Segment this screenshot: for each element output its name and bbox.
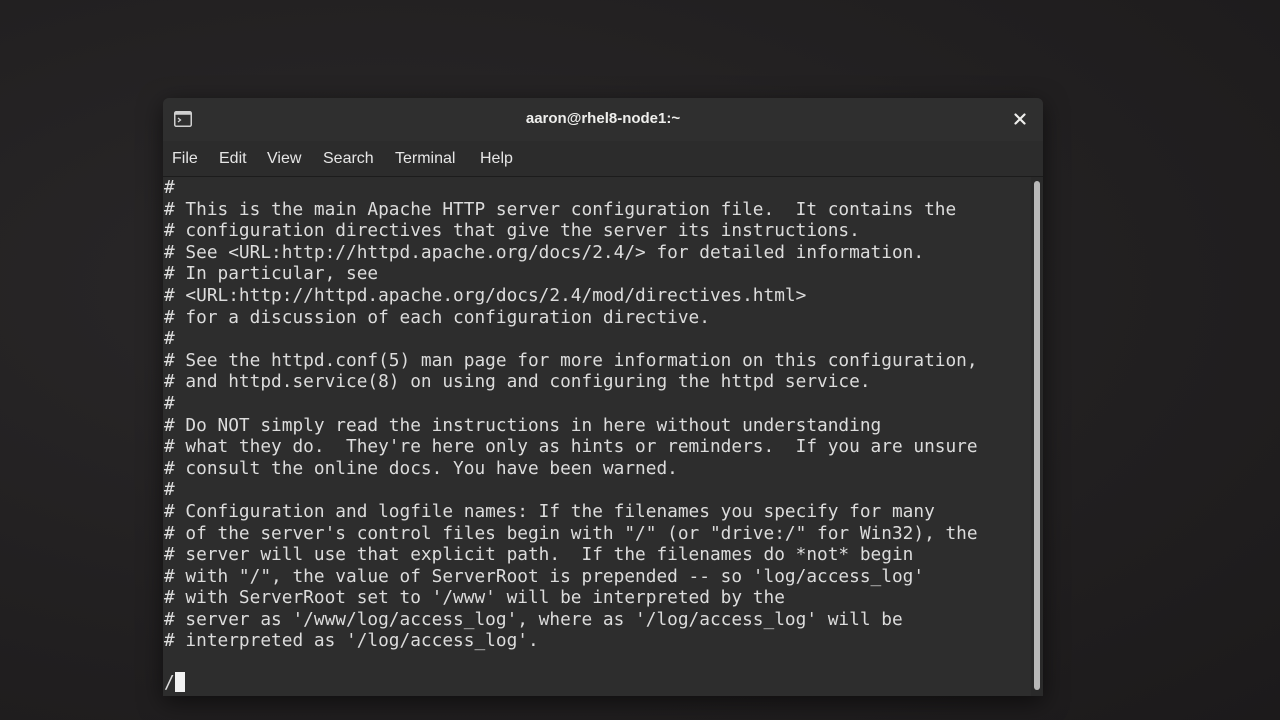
terminal-line: # See the httpd.conf(5) man page for mor… — [164, 349, 978, 371]
terminal-line: # of the server's control files begin wi… — [164, 522, 978, 544]
terminal-line: # for a discussion of each configuration… — [164, 306, 710, 328]
terminal-line: # consult the online docs. You have been… — [164, 457, 678, 479]
terminal-line: # and httpd.service(8) on using and conf… — [164, 371, 871, 393]
terminal-line: # configuration directives that give the… — [164, 220, 860, 242]
close-icon[interactable] — [1009, 108, 1031, 130]
terminal-line: # See <URL:http://httpd.apache.org/docs/… — [164, 241, 925, 263]
terminal-line: # with ServerRoot set to '/www' will be … — [164, 587, 785, 609]
menu-search[interactable]: Search — [323, 150, 374, 168]
terminal-line: # server will use that explicit path. If… — [164, 544, 914, 566]
menu-help[interactable]: Help — [480, 150, 513, 168]
terminal-line: # interpreted as '/log/access_log'. — [164, 630, 539, 652]
menu-edit[interactable]: Edit — [219, 150, 247, 168]
terminal-line: # — [164, 392, 175, 414]
terminal-line: # — [164, 479, 175, 501]
terminal-line: # Configuration and logfile names: If th… — [164, 500, 935, 522]
scrollbar[interactable] — [1031, 177, 1043, 696]
terminal-line: # <URL:http://httpd.apache.org/docs/2.4/… — [164, 284, 807, 306]
terminal-line: # with "/", the value of ServerRoot is p… — [164, 565, 925, 587]
terminal-line: # server as '/www/log/access_log', where… — [164, 608, 903, 630]
search-prompt[interactable]: / — [164, 672, 185, 694]
menu-terminal[interactable]: Terminal — [395, 150, 455, 168]
search-prompt-text: / — [164, 672, 175, 693]
terminal-line: # Do NOT simply read the instructions in… — [164, 414, 882, 436]
scrollbar-thumb[interactable] — [1034, 181, 1040, 690]
terminal-text: # # This is the main Apache HTTP server … — [164, 177, 978, 652]
text-cursor — [174, 672, 185, 692]
menu-view[interactable]: View — [267, 150, 301, 168]
terminal-output[interactable]: # # This is the main Apache HTTP server … — [163, 177, 1031, 696]
terminal-line: # what they do. They're here only as hin… — [164, 436, 978, 458]
terminal-line: # This is the main Apache HTTP server co… — [164, 198, 957, 220]
terminal-line: # In particular, see — [164, 263, 379, 285]
menu-file[interactable]: File — [172, 150, 198, 168]
terminal-line: # — [164, 328, 175, 350]
title-bar[interactable]: aaron@rhel8-node1:~ — [163, 98, 1043, 142]
terminal-window: aaron@rhel8-node1:~ File Edit View Searc… — [163, 98, 1043, 696]
menu-bar: File Edit View Search Terminal Help — [163, 141, 1043, 177]
terminal-line: # — [164, 177, 175, 198]
window-title: aaron@rhel8-node1:~ — [525, 110, 681, 127]
